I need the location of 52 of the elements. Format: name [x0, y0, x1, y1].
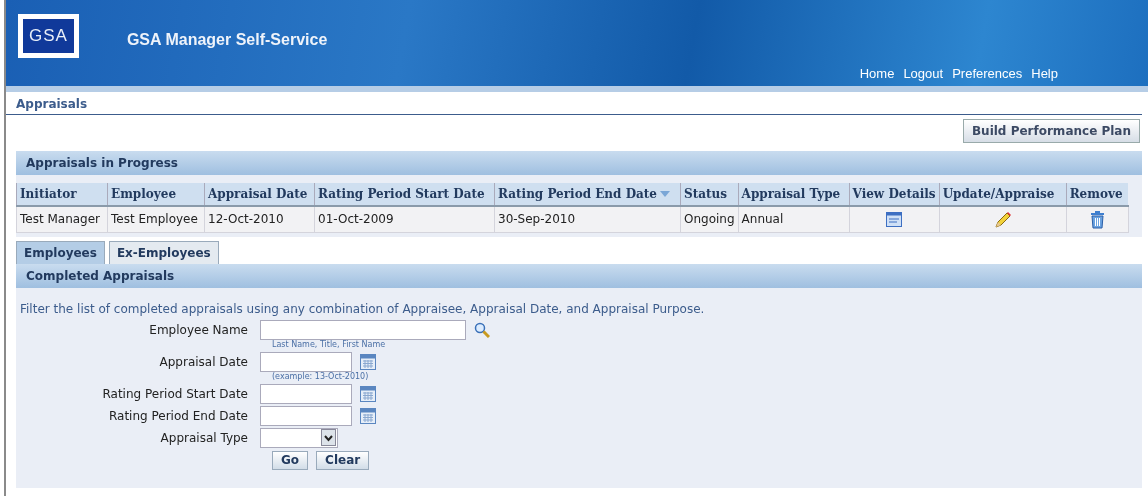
table-cell: Test Employee — [107, 206, 205, 232]
field-label: Appraisal Type — [159, 429, 249, 447]
trash-icon[interactable] — [1089, 210, 1105, 229]
section-header: Appraisals in Progress — [16, 151, 1142, 175]
column-header[interactable]: Employee — [107, 183, 205, 206]
search-icon[interactable] — [474, 321, 490, 338]
tab[interactable]: Employees — [16, 240, 105, 264]
column-header[interactable]: Update/Appraise — [939, 183, 1067, 206]
table-cell: Annual — [738, 206, 850, 232]
app-title: GSA Manager Self-Service — [126, 30, 328, 50]
calendar-icon[interactable] — [360, 407, 376, 424]
table-cell: 30-Sep-2010 — [494, 206, 681, 232]
nav-link[interactable]: Home — [859, 64, 895, 84]
instructions-text: Filter the list of completed appraisals using any combination of Appraisee, Appraisal Date, and Appraisal Purpose. — [20, 300, 706, 318]
calendar-icon[interactable] — [360, 385, 376, 402]
column-header[interactable]: Appraisal Type — [738, 183, 850, 206]
clear-button[interactable]: Clear — [316, 450, 370, 470]
field-hint: (example: 13-Oct-2010) — [272, 371, 370, 382]
nav-link[interactable]: Help — [1031, 64, 1058, 84]
table-cell: 12-Oct-2010 — [204, 206, 315, 232]
nav-link[interactable]: Logout — [903, 64, 944, 84]
go-button[interactable]: Go — [272, 450, 309, 470]
input-field[interactable] — [260, 319, 466, 340]
table-cell: Test Manager — [16, 206, 108, 232]
field-label: Rating Period Start Date — [101, 385, 249, 403]
page-title: Appraisals — [6, 92, 1142, 115]
nav-link[interactable]: Preferences — [952, 64, 1023, 84]
details-icon[interactable] — [886, 212, 903, 228]
caret-icon[interactable] — [321, 429, 336, 446]
table-cell: 01-Oct-2009 — [314, 206, 495, 232]
calendar-icon[interactable] — [360, 353, 376, 370]
field-label: Rating Period End Date — [107, 407, 249, 425]
select-field[interactable] — [260, 427, 338, 448]
tab[interactable]: Ex-Employees — [108, 240, 219, 264]
column-header[interactable]: Rating Period End Date — [494, 183, 681, 206]
column-header[interactable]: Status — [680, 183, 739, 206]
column-header[interactable]: Rating Period Start Date — [314, 183, 495, 206]
gsa-logo: GSA — [18, 14, 79, 58]
date-field[interactable] — [260, 383, 352, 404]
pencil-icon[interactable] — [993, 210, 1012, 229]
build-plan-button[interactable]: Build Performance Plan — [962, 119, 1140, 143]
column-header[interactable]: Initiator — [16, 183, 108, 206]
sort-icon[interactable] — [660, 191, 670, 198]
section-header: Completed Appraisals — [16, 263, 1142, 288]
column-header[interactable]: View Details — [849, 183, 940, 206]
field-label: Employee Name — [148, 321, 249, 339]
field-label: Appraisal Date — [158, 353, 249, 371]
date-field[interactable] — [260, 405, 352, 426]
column-header[interactable]: Appraisal Date — [204, 183, 315, 206]
date-field[interactable] — [260, 351, 352, 372]
field-hint: Last Name, Title, First Name — [272, 339, 387, 350]
column-header[interactable]: Remove — [1066, 183, 1129, 206]
